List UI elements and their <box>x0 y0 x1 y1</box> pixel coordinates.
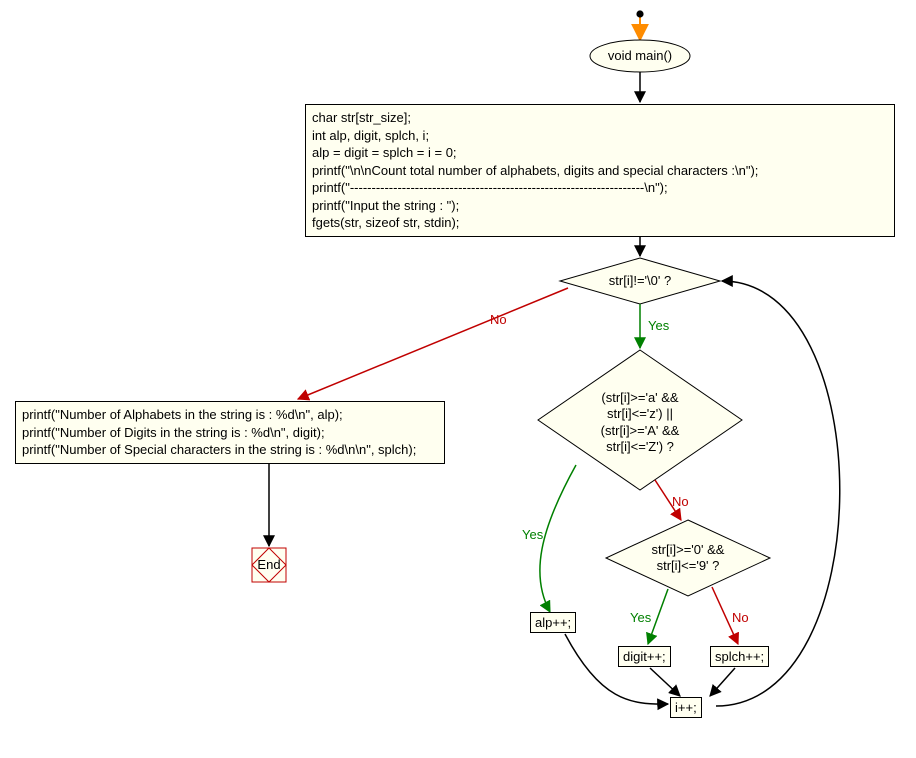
init-l4: printf("\n\nCount total number of alphab… <box>312 163 758 178</box>
init-l7: fgets(str, sizeof str, stdin); <box>312 215 459 230</box>
inc-digit: digit++; <box>618 646 671 667</box>
output-block: printf("Number of Alphabets in the strin… <box>15 401 445 464</box>
inc-alp-label: alp++; <box>535 615 571 630</box>
inc-splch-label: splch++; <box>715 649 764 664</box>
inc-alp: alp++; <box>530 612 576 633</box>
init-block: char str[str_size]; int alp, digit, splc… <box>305 104 895 237</box>
inc-digit-label: digit++; <box>623 649 666 664</box>
init-l5: printf("--------------------------------… <box>312 180 668 195</box>
inc-i-label: i++; <box>675 700 697 715</box>
out-l1: printf("Number of Alphabets in the strin… <box>22 407 343 422</box>
out-l2: printf("Number of Digits in the string i… <box>22 425 325 440</box>
init-l6: printf("Input the string : "); <box>312 198 459 213</box>
inc-i: i++; <box>670 697 702 718</box>
inc-splch: splch++; <box>710 646 769 667</box>
init-l1: char str[str_size]; <box>312 110 411 125</box>
out-l3: printf("Number of Special characters in … <box>22 442 416 457</box>
init-l2: int alp, digit, splch, i; <box>312 128 429 143</box>
init-l3: alp = digit = splch = i = 0; <box>312 145 457 160</box>
